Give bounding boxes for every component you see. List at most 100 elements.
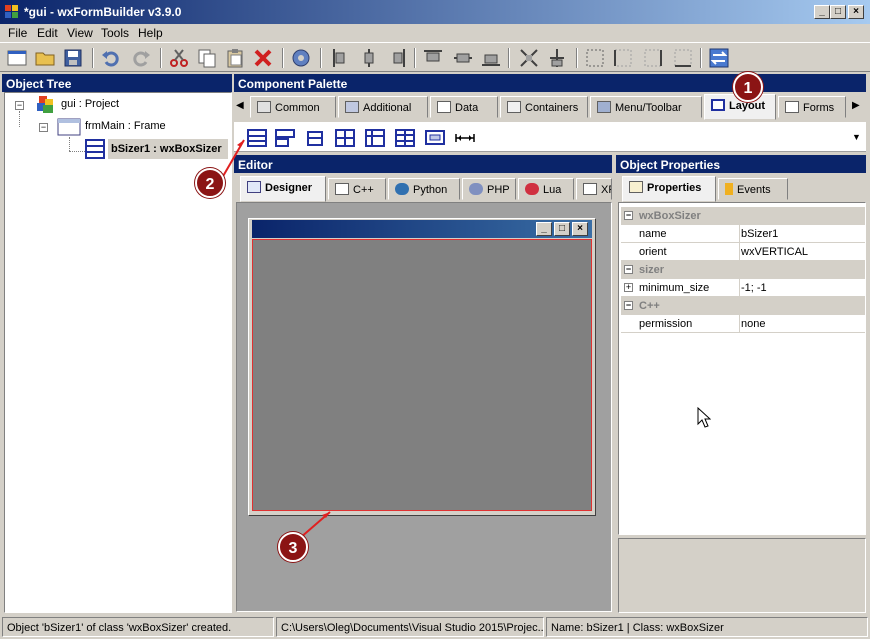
property-category[interactable]: − C++ xyxy=(621,297,865,315)
collapse-icon[interactable]: − xyxy=(39,123,48,132)
tab-forms[interactable]: Forms xyxy=(778,96,846,118)
tab-additional[interactable]: Additional xyxy=(338,96,428,118)
annotation-badge-2: 2 xyxy=(195,168,225,198)
border-bottom-icon[interactable] xyxy=(672,47,694,69)
close-button[interactable]: × xyxy=(848,5,864,19)
tab-data[interactable]: Data xyxy=(430,96,498,118)
new-project-icon[interactable] xyxy=(6,47,28,69)
designer-tab-icon xyxy=(247,181,261,193)
border-right-icon[interactable] xyxy=(642,47,664,69)
tab-properties[interactable]: Properties xyxy=(622,176,716,202)
frame-minimize-icon: _ xyxy=(536,222,552,236)
align-center-icon[interactable] xyxy=(358,47,380,69)
menu-tools[interactable]: Tools xyxy=(101,26,129,40)
property-row[interactable]: name bSizer1 xyxy=(621,225,865,243)
menu-edit[interactable]: Edit xyxy=(37,26,58,40)
cpp-tab-icon xyxy=(335,183,349,195)
tab-lua[interactable]: Lua xyxy=(518,178,574,200)
stretch-icon[interactable] xyxy=(546,47,568,69)
wrap-sizer-icon[interactable] xyxy=(274,128,296,148)
collapse-icon[interactable]: − xyxy=(624,211,633,220)
grid-sizer-icon[interactable] xyxy=(334,128,356,148)
border-left-icon[interactable] xyxy=(612,47,634,69)
menu-bar: File Edit View Tools Help xyxy=(0,24,870,42)
properties-tabs: Properties Events xyxy=(618,176,866,202)
component-palette-title: Component Palette xyxy=(234,74,866,92)
property-grid: − wxBoxSizer name bSizer1 orient wxVERTICAL… xyxy=(618,202,866,535)
menu-view[interactable]: View xyxy=(67,26,93,40)
property-row[interactable]: + minimum_size -1; -1 xyxy=(621,279,865,297)
swap-orientation-icon[interactable] xyxy=(708,47,730,69)
align-left-icon[interactable] xyxy=(330,47,352,69)
align-top-icon[interactable] xyxy=(422,47,444,69)
lua-tab-icon xyxy=(525,183,539,195)
object-tree[interactable]: − gui : Project − frmMain : Frame bSizer… xyxy=(4,92,232,613)
std-dialog-button-sizer-icon[interactable] xyxy=(424,128,446,148)
box-sizer-icon[interactable] xyxy=(246,128,268,148)
maximize-button[interactable]: □ xyxy=(830,5,846,19)
generate-code-icon[interactable] xyxy=(290,47,312,69)
status-selection: Name: bSizer1 | Class: wxBoxSizer xyxy=(546,617,868,637)
layout-tab-icon xyxy=(711,99,725,111)
tab-containers[interactable]: Containers xyxy=(500,96,588,118)
redo-icon[interactable] xyxy=(130,47,152,69)
palette-tabs: ◀ Common Additional Data Containers Menu… xyxy=(234,94,866,120)
window-title: *gui - wxFormBuilder v3.9.0 xyxy=(24,5,182,19)
layout-components-bar: ▼ xyxy=(234,122,866,152)
tab-php[interactable]: PHP xyxy=(462,178,516,200)
toolbar xyxy=(0,42,870,72)
align-bottom-icon[interactable] xyxy=(480,47,502,69)
tab-cpp[interactable]: C++ xyxy=(328,178,386,200)
align-right-icon[interactable] xyxy=(386,47,408,69)
frame-title-bar: _ □ × xyxy=(252,220,592,238)
property-category[interactable]: − wxBoxSizer xyxy=(621,207,865,225)
expand-icon[interactable] xyxy=(518,47,540,69)
box-sizer-area[interactable] xyxy=(252,239,592,511)
scroll-left-icon[interactable]: ◀ xyxy=(236,100,244,111)
property-row[interactable]: orient wxVERTICAL xyxy=(621,243,865,261)
static-box-sizer-icon[interactable] xyxy=(304,128,326,148)
menu-file[interactable]: File xyxy=(8,26,27,40)
align-middle-icon[interactable] xyxy=(452,47,474,69)
php-tab-icon xyxy=(469,183,483,195)
tab-menu-toolbar[interactable]: Menu/Toolbar xyxy=(590,96,702,118)
object-properties-title: Object Properties xyxy=(616,155,866,173)
tree-item-project[interactable]: gui : Project xyxy=(61,98,119,110)
mouse-cursor-icon xyxy=(697,407,711,428)
grid-bag-sizer-icon[interactable] xyxy=(394,128,416,148)
border-all-icon[interactable] xyxy=(584,47,606,69)
editor-tabs: Designer C++ Python PHP Lua XR xyxy=(236,176,612,202)
undo-icon[interactable] xyxy=(100,47,122,69)
tree-item-frame[interactable]: frmMain : Frame xyxy=(85,120,166,132)
tab-events[interactable]: Events xyxy=(718,178,788,200)
object-tree-title: Object Tree xyxy=(2,74,232,92)
paste-icon[interactable] xyxy=(224,47,246,69)
tab-xrc[interactable]: XR xyxy=(576,178,612,200)
tab-python[interactable]: Python xyxy=(388,178,460,200)
expand-icon[interactable]: + xyxy=(624,283,633,292)
scroll-right-icon[interactable]: ▶ xyxy=(852,100,860,111)
copy-icon[interactable] xyxy=(196,47,218,69)
delete-icon[interactable] xyxy=(252,47,274,69)
minimize-button[interactable]: _ xyxy=(814,5,830,19)
menu-help[interactable]: Help xyxy=(138,26,163,40)
property-category[interactable]: − sizer xyxy=(621,261,865,279)
dropdown-arrow-icon[interactable]: ▼ xyxy=(852,132,861,142)
collapse-icon[interactable]: − xyxy=(624,301,633,310)
cut-icon[interactable] xyxy=(168,47,190,69)
tab-common[interactable]: Common xyxy=(250,96,336,118)
common-tab-icon xyxy=(257,101,271,113)
property-row[interactable]: permission none xyxy=(621,315,865,333)
save-icon[interactable] xyxy=(62,47,84,69)
collapse-icon[interactable]: − xyxy=(624,265,633,274)
tab-designer[interactable]: Designer xyxy=(240,176,326,202)
spacer-icon[interactable] xyxy=(454,128,476,148)
title-bar: *gui - wxFormBuilder v3.9.0 _ □ × xyxy=(0,0,870,24)
additional-tab-icon xyxy=(345,101,359,113)
status-message: Object 'bSizer1' of class 'wxBoxSizer' c… xyxy=(2,617,274,637)
tree-item-sizer[interactable]: bSizer1 : wxBoxSizer xyxy=(111,143,222,155)
open-folder-icon[interactable] xyxy=(34,47,56,69)
flex-grid-sizer-icon[interactable] xyxy=(364,128,386,148)
properties-tab-icon xyxy=(629,181,643,193)
collapse-icon[interactable]: − xyxy=(15,101,24,110)
